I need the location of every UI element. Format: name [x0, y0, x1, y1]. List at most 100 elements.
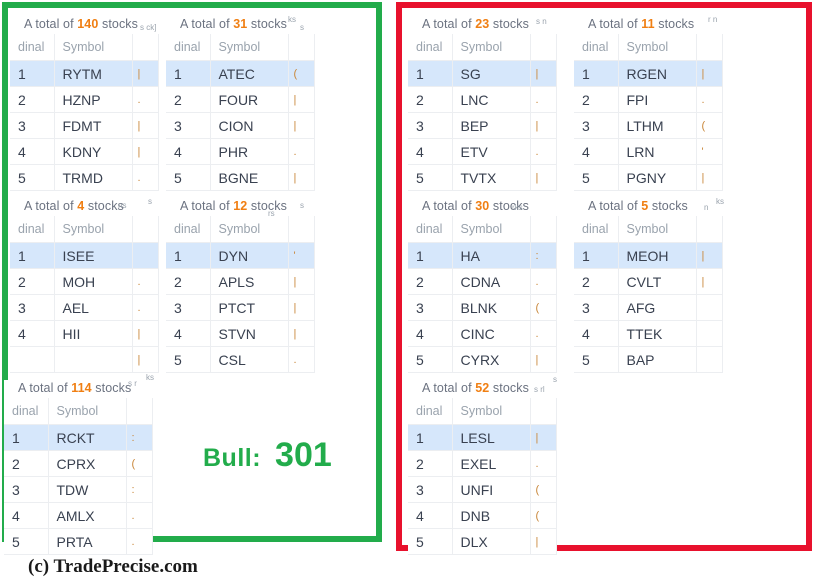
table-row[interactable]: 4 TTEK: [574, 320, 723, 347]
cell-ordinal[interactable]: 3: [166, 294, 211, 321]
cell-ordinal[interactable]: 4: [166, 138, 211, 165]
cell-ordinal[interactable]: [10, 346, 55, 373]
column-header-symbol[interactable]: Symbol: [54, 216, 133, 243]
cell-ordinal[interactable]: 4: [408, 502, 453, 529]
cell-ordinal[interactable]: 1: [408, 424, 453, 451]
table-row[interactable]: 2 LNC.: [408, 86, 557, 113]
cell-ordinal[interactable]: 5: [574, 164, 619, 191]
cell-extra[interactable]: .: [530, 86, 557, 113]
cell-extra[interactable]: .: [132, 86, 159, 113]
cell-extra[interactable]: |: [132, 346, 159, 373]
cell-extra[interactable]: |: [132, 60, 159, 87]
table-row[interactable]: 1 ISEE: [10, 242, 159, 269]
cell-ordinal[interactable]: 4: [408, 138, 453, 165]
cell-extra[interactable]: ': [288, 242, 315, 269]
cell-extra[interactable]: (: [530, 294, 557, 321]
table-row[interactable]: 3 FDMT |: [10, 112, 159, 139]
cell-ordinal[interactable]: 5: [166, 164, 211, 191]
cell-extra[interactable]: |: [696, 242, 723, 269]
table-row[interactable]: 2 HZNP.: [10, 86, 159, 113]
stock-table[interactable]: dinal Symbol 1 RYTM | 2 HZNP. 3 FDMT | 4 KDNY | 5 TRMD…: [10, 34, 159, 191]
cell-ordinal[interactable]: 1: [408, 60, 453, 87]
cell-ordinal[interactable]: 3: [4, 476, 49, 503]
cell-ordinal[interactable]: 1: [10, 242, 55, 269]
cell-symbol[interactable]: AEL: [54, 294, 133, 321]
cell-ordinal[interactable]: 4: [166, 320, 211, 347]
cell-ordinal[interactable]: 4: [574, 320, 619, 347]
table-row[interactable]: 4 STVN |: [166, 320, 315, 347]
cell-symbol[interactable]: BEP: [452, 112, 531, 139]
column-header-extra[interactable]: [696, 216, 723, 243]
table-row[interactable]: 4 HII |: [10, 320, 159, 347]
cell-ordinal[interactable]: 2: [166, 268, 211, 295]
cell-symbol[interactable]: RYTM: [54, 60, 133, 87]
stock-table[interactable]: dinal Symbol 1 MEOH | 2 CVLT | 3 AFG 4 TTEK 5 BAP: [574, 216, 723, 373]
stock-table[interactable]: dinal Symbol 1 ATEC(2 FOUR | 3 CION | 4 PHR. 5 BGNE |: [166, 34, 315, 191]
table-row[interactable]: 3 LTHM(: [574, 112, 723, 139]
table-row[interactable]: 2 CDNA.: [408, 268, 557, 295]
cell-extra[interactable]: |: [530, 528, 557, 555]
column-header-ordinal[interactable]: dinal: [574, 216, 619, 243]
cell-ordinal[interactable]: 1: [166, 60, 211, 87]
cell-extra[interactable]: |: [288, 86, 315, 113]
cell-symbol[interactable]: PHR: [210, 138, 289, 165]
cell-extra[interactable]: :: [530, 242, 557, 269]
cell-symbol[interactable]: LTHM: [618, 112, 697, 139]
table-row[interactable]: 1 ATEC(: [166, 60, 315, 87]
cell-extra[interactable]: [132, 242, 159, 269]
table-row[interactable]: 2 FPI.: [574, 86, 723, 113]
cell-extra[interactable]: .: [530, 450, 557, 477]
cell-extra[interactable]: ': [696, 138, 723, 165]
cell-symbol[interactable]: [54, 346, 133, 373]
cell-symbol[interactable]: FPI: [618, 86, 697, 113]
cell-extra[interactable]: |: [530, 60, 557, 87]
table-row[interactable]: 2 CPRX(: [4, 450, 153, 477]
cell-extra[interactable]: |: [132, 138, 159, 165]
table-row[interactable]: 5 BAP: [574, 346, 723, 373]
column-header-ordinal[interactable]: dinal: [166, 216, 211, 243]
table-row[interactable]: 5 BGNE |: [166, 164, 315, 191]
cell-ordinal[interactable]: 3: [408, 476, 453, 503]
cell-symbol[interactable]: UNFI: [452, 476, 531, 503]
cell-symbol[interactable]: EXEL: [452, 450, 531, 477]
cell-symbol[interactable]: PTCT: [210, 294, 289, 321]
table-row[interactable]: 5 DLX |: [408, 528, 557, 555]
cell-symbol[interactable]: ATEC: [210, 60, 289, 87]
column-header-symbol[interactable]: Symbol: [210, 34, 289, 61]
cell-symbol[interactable]: SG: [452, 60, 531, 87]
cell-symbol[interactable]: TDW: [48, 476, 127, 503]
cell-ordinal[interactable]: 2: [408, 450, 453, 477]
column-header-extra[interactable]: [132, 216, 159, 243]
cell-ordinal[interactable]: 5: [408, 528, 453, 555]
cell-symbol[interactable]: BGNE: [210, 164, 289, 191]
cell-ordinal[interactable]: 3: [166, 112, 211, 139]
table-row[interactable]: 3 CION |: [166, 112, 315, 139]
cell-symbol[interactable]: FOUR: [210, 86, 289, 113]
column-header-symbol[interactable]: Symbol: [618, 216, 697, 243]
table-row[interactable]: 2 FOUR |: [166, 86, 315, 113]
cell-symbol[interactable]: LNC: [452, 86, 531, 113]
cell-ordinal[interactable]: 3: [574, 294, 619, 321]
cell-symbol[interactable]: DNB: [452, 502, 531, 529]
table-row[interactable]: 3 BEP |: [408, 112, 557, 139]
cell-extra[interactable]: .: [530, 268, 557, 295]
table-row[interactable]: 4 PHR.: [166, 138, 315, 165]
cell-extra[interactable]: .: [288, 138, 315, 165]
column-header-ordinal[interactable]: dinal: [4, 398, 49, 425]
column-header-ordinal[interactable]: dinal: [166, 34, 211, 61]
column-header-symbol[interactable]: Symbol: [210, 216, 289, 243]
cell-ordinal[interactable]: 1: [4, 424, 49, 451]
cell-symbol[interactable]: MOH: [54, 268, 133, 295]
cell-symbol[interactable]: AMLX: [48, 502, 127, 529]
cell-symbol[interactable]: RCKT: [48, 424, 127, 451]
cell-extra[interactable]: (: [126, 450, 153, 477]
cell-ordinal[interactable]: 2: [408, 268, 453, 295]
cell-ordinal[interactable]: 1: [574, 242, 619, 269]
table-row[interactable]: 5 TRMD.: [10, 164, 159, 191]
cell-symbol[interactable]: BAP: [618, 346, 697, 373]
cell-ordinal[interactable]: 2: [10, 86, 55, 113]
cell-extra[interactable]: .: [288, 346, 315, 373]
cell-symbol[interactable]: CINC: [452, 320, 531, 347]
cell-symbol[interactable]: MEOH: [618, 242, 697, 269]
cell-symbol[interactable]: LRN: [618, 138, 697, 165]
